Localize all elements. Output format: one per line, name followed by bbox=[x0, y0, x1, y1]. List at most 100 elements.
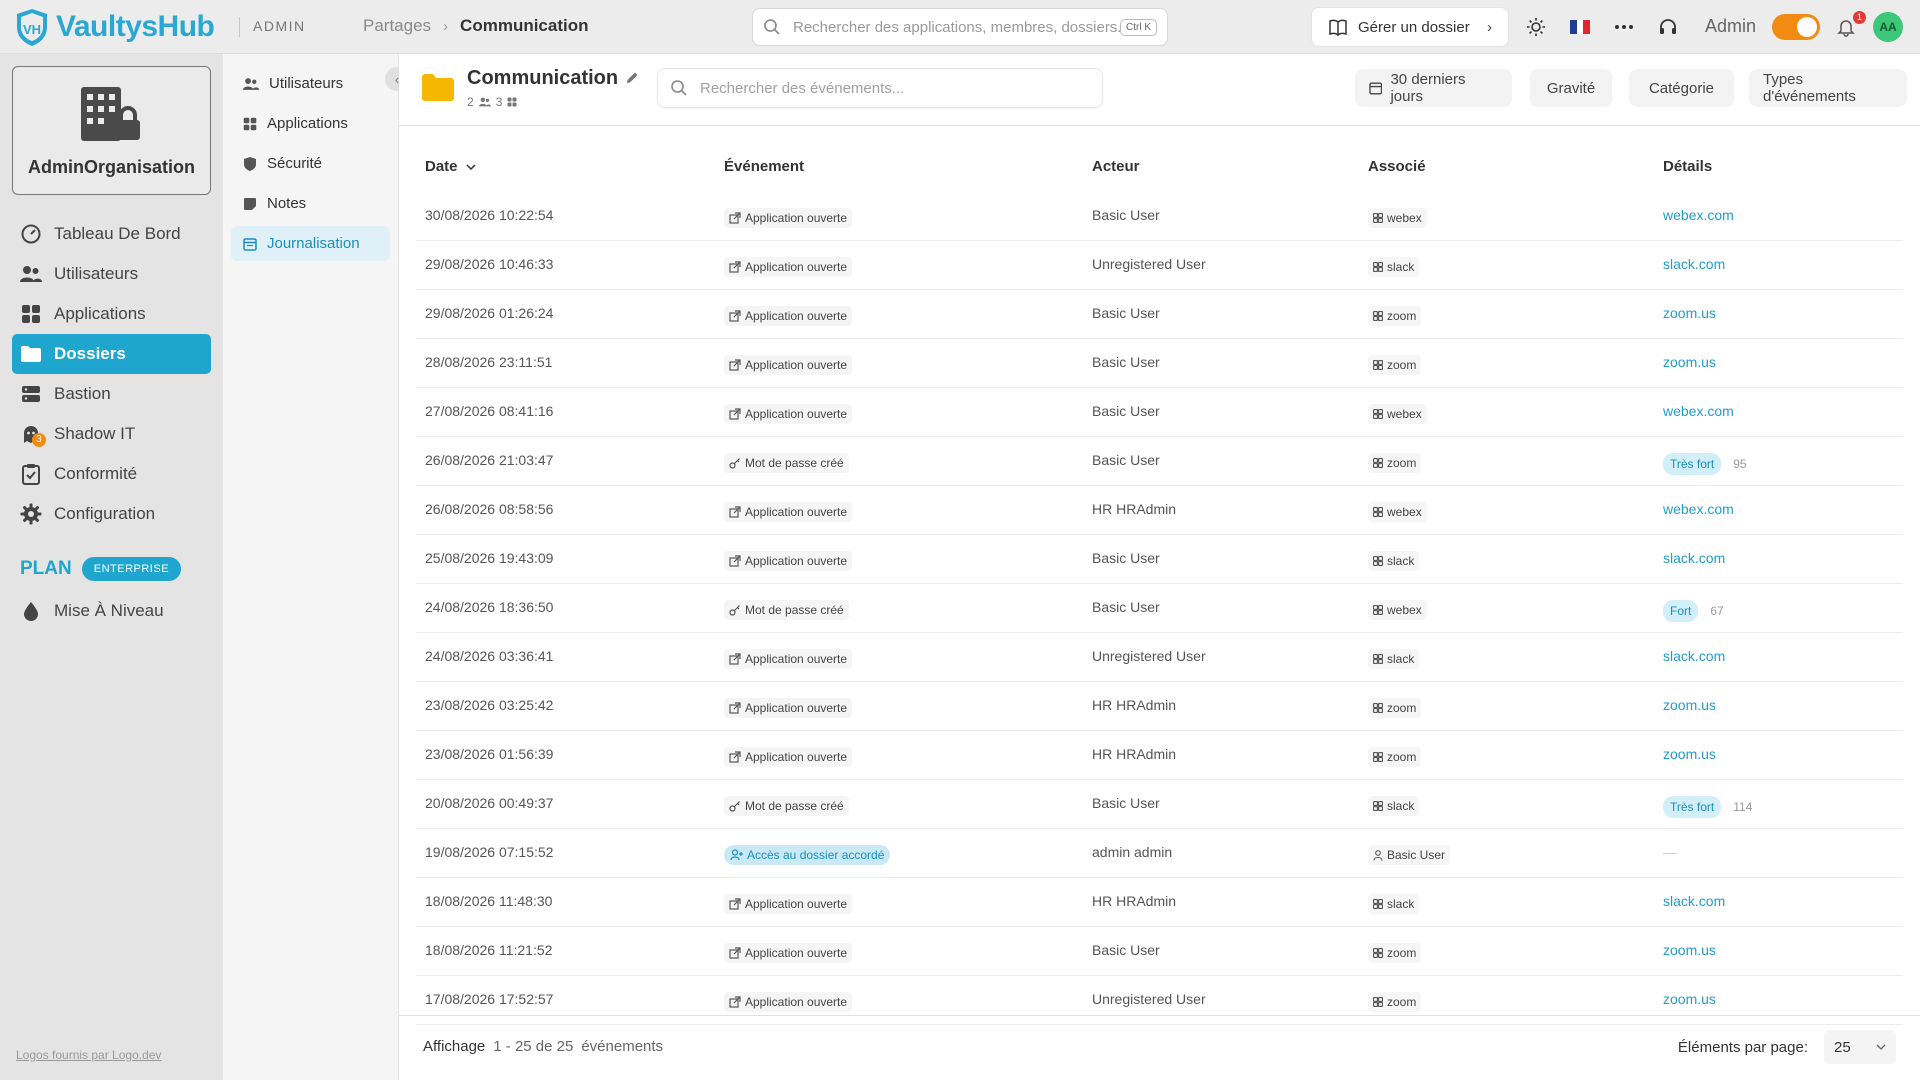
apps-icon bbox=[1373, 213, 1383, 223]
table-row[interactable]: 19/08/2026 07:15:52 Accès au dossier acco… bbox=[416, 829, 1903, 878]
nav-configuration[interactable]: Configuration bbox=[12, 494, 211, 534]
severity-filter[interactable]: Gravité bbox=[1530, 69, 1612, 107]
global-search[interactable]: Ctrl K bbox=[752, 8, 1168, 46]
event-search[interactable] bbox=[657, 68, 1103, 108]
nav-applications[interactable]: Applications bbox=[12, 294, 211, 334]
table-row[interactable]: 29/08/2026 01:26:24 Application ouverte Ba… bbox=[416, 290, 1903, 339]
apps-menu[interactable] bbox=[1612, 15, 1636, 39]
nav-compliance[interactable]: Conformité bbox=[12, 454, 211, 494]
table-row[interactable]: 18/08/2026 11:21:52 Application ouverte Ba… bbox=[416, 927, 1903, 976]
cell-event: Application ouverte bbox=[724, 403, 853, 424]
table-row[interactable]: 27/08/2026 08:41:16 Application ouverte Ba… bbox=[416, 388, 1903, 437]
theme-toggle[interactable] bbox=[1524, 15, 1548, 39]
table-row[interactable]: 26/08/2026 21:03:47 Mot de passe créé Basi… bbox=[416, 437, 1903, 486]
associated-chip[interactable]: webex bbox=[1368, 404, 1427, 424]
subnav-applications[interactable]: Applications bbox=[231, 106, 390, 141]
apps-icon bbox=[1373, 458, 1383, 468]
details-link[interactable]: slack.com bbox=[1663, 550, 1725, 566]
details-link[interactable]: zoom.us bbox=[1663, 305, 1716, 321]
logo-credit-link[interactable]: Logos fournis par Logo.dev bbox=[16, 1048, 161, 1062]
manage-folder-button[interactable]: Gérer un dossier › bbox=[1311, 7, 1509, 47]
table-row[interactable]: 26/08/2026 08:58:56 Application ouverte HR… bbox=[416, 486, 1903, 535]
table-row[interactable]: 30/08/2026 10:22:54 Application ouverte Ba… bbox=[416, 192, 1903, 241]
associated-chip[interactable]: zoom bbox=[1368, 992, 1422, 1012]
category-filter[interactable]: Catégorie bbox=[1629, 69, 1734, 107]
brand[interactable]: VH VaultysHub bbox=[14, 7, 215, 47]
pencil-icon[interactable] bbox=[625, 71, 639, 85]
organization-card[interactable]: AdminOrganisation bbox=[12, 66, 211, 195]
associated-chip[interactable]: zoom bbox=[1368, 453, 1422, 473]
apps-icon bbox=[1373, 605, 1383, 615]
associated-chip[interactable]: webex bbox=[1368, 502, 1427, 522]
per-page-select[interactable]: 25 bbox=[1824, 1030, 1896, 1064]
associated-chip[interactable]: zoom bbox=[1368, 943, 1422, 963]
associated-chip[interactable]: slack bbox=[1368, 894, 1420, 914]
nav-users[interactable]: Utilisateurs bbox=[12, 254, 211, 294]
details-link[interactable]: zoom.us bbox=[1663, 354, 1716, 370]
nav-upgrade[interactable]: Mise À Niveau bbox=[12, 591, 211, 631]
subnav-security[interactable]: Sécurité bbox=[231, 146, 390, 181]
avatar[interactable]: AA bbox=[1873, 12, 1903, 42]
gear-icon bbox=[20, 503, 42, 525]
nav-dashboard[interactable]: Tableau De Bord bbox=[12, 214, 211, 254]
subnav-logging[interactable]: Journalisation bbox=[231, 226, 390, 261]
details-link[interactable]: zoom.us bbox=[1663, 746, 1716, 762]
breadcrumb-partages[interactable]: Partages bbox=[363, 16, 431, 36]
per-page-value: 25 bbox=[1834, 1038, 1851, 1056]
associated-chip[interactable]: zoom bbox=[1368, 306, 1422, 326]
table-row[interactable]: 20/08/2026 00:49:37 Mot de passe créé Basi… bbox=[416, 780, 1903, 829]
event-label: Application ouverte bbox=[745, 701, 848, 715]
details-link[interactable]: zoom.us bbox=[1663, 991, 1716, 1007]
table-row[interactable]: 28/08/2026 23:11:51 Application ouverte Ba… bbox=[416, 339, 1903, 388]
details-link[interactable]: slack.com bbox=[1663, 648, 1725, 664]
associated-chip[interactable]: webex bbox=[1368, 208, 1427, 228]
support-button[interactable] bbox=[1656, 15, 1680, 39]
language-selector[interactable] bbox=[1568, 15, 1592, 39]
table-row[interactable]: 25/08/2026 19:43:09 Application ouverte Ba… bbox=[416, 535, 1903, 584]
associated-chip[interactable]: slack bbox=[1368, 796, 1420, 816]
global-search-input[interactable] bbox=[793, 18, 1120, 36]
associated-chip[interactable]: slack bbox=[1368, 257, 1420, 277]
nav-folders[interactable]: Dossiers bbox=[12, 334, 211, 374]
cell-details: slack.com bbox=[1663, 550, 1725, 566]
nav-shadow-it[interactable]: 3 Shadow IT bbox=[12, 414, 211, 454]
notification-badge: 1 bbox=[1853, 11, 1866, 24]
subnav-users[interactable]: Utilisateurs bbox=[231, 66, 390, 101]
period-filter[interactable]: 30 derniers jours bbox=[1355, 69, 1512, 107]
details-link[interactable]: webex.com bbox=[1663, 207, 1734, 223]
details-link[interactable]: slack.com bbox=[1663, 256, 1725, 272]
table-row[interactable]: 18/08/2026 11:48:30 Application ouverte HR… bbox=[416, 878, 1903, 927]
details-link[interactable]: slack.com bbox=[1663, 893, 1725, 909]
event-search-input[interactable] bbox=[700, 79, 1090, 97]
header-date[interactable]: Date bbox=[425, 158, 476, 175]
details-link[interactable]: zoom.us bbox=[1663, 697, 1716, 713]
table-row[interactable]: 29/08/2026 10:46:33 Application ouverte Un… bbox=[416, 241, 1903, 290]
cell-date: 18/08/2026 11:48:30 bbox=[425, 893, 553, 909]
more-dots-icon bbox=[1615, 25, 1633, 29]
event-types-filter[interactable]: Types d'événements bbox=[1749, 69, 1907, 107]
associated-chip[interactable]: slack bbox=[1368, 649, 1420, 669]
associated-chip[interactable]: zoom bbox=[1368, 698, 1422, 718]
details-link[interactable]: zoom.us bbox=[1663, 942, 1716, 958]
table-row[interactable]: 24/08/2026 18:36:50 Mot de passe créé Basi… bbox=[416, 584, 1903, 633]
header-details: Détails bbox=[1663, 158, 1712, 175]
table-row[interactable]: 23/08/2026 01:56:39 Application ouverte HR… bbox=[416, 731, 1903, 780]
associated-chip[interactable]: Basic User bbox=[1368, 845, 1451, 865]
chevron-down-icon bbox=[465, 163, 476, 170]
details-link[interactable]: webex.com bbox=[1663, 403, 1734, 419]
external-link-icon bbox=[729, 653, 741, 665]
cell-details: Très fort 95 bbox=[1663, 452, 1747, 475]
nav-bastion[interactable]: Bastion bbox=[12, 374, 211, 414]
details-link[interactable]: webex.com bbox=[1663, 501, 1734, 517]
associated-chip[interactable]: slack bbox=[1368, 551, 1420, 571]
cell-associated: zoom bbox=[1368, 305, 1422, 326]
associated-chip[interactable]: webex bbox=[1368, 600, 1427, 620]
users-icon bbox=[20, 263, 42, 285]
associated-chip[interactable]: zoom bbox=[1368, 355, 1422, 375]
table-row[interactable]: 24/08/2026 03:36:41 Application ouverte Un… bbox=[416, 633, 1903, 682]
table-row[interactable]: 23/08/2026 03:25:42 Application ouverte HR… bbox=[416, 682, 1903, 731]
subnav-notes[interactable]: Notes bbox=[231, 186, 390, 221]
admin-mode-toggle[interactable] bbox=[1772, 14, 1820, 40]
cell-details: slack.com bbox=[1663, 256, 1725, 272]
associated-chip[interactable]: zoom bbox=[1368, 747, 1422, 767]
